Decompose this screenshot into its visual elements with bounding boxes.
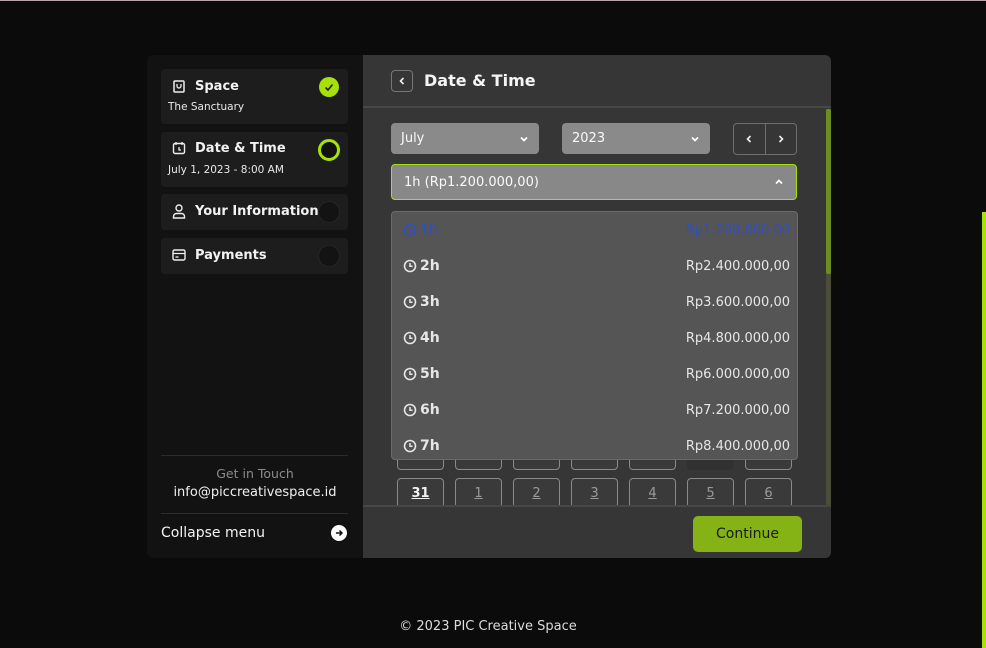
- sidebar-divider: [161, 513, 348, 514]
- contact-label: Get in Touch: [216, 466, 294, 481]
- duration-option-label: 6h: [420, 402, 440, 418]
- duration-option-label: 1h: [420, 222, 438, 238]
- check-icon: [324, 83, 334, 92]
- page-title: Date & Time: [424, 71, 536, 90]
- duration-option-label-group: 6h: [403, 402, 440, 418]
- continue-button[interactable]: Continue: [693, 516, 802, 552]
- duration-option-price: Rp3.600.000,00: [685, 294, 790, 310]
- duration-option[interactable]: 4h Rp4.800.000,00: [392, 320, 797, 356]
- duration-option[interactable]: 5h Rp6.000.000,00: [392, 356, 797, 392]
- step-title: Payments: [195, 247, 267, 263]
- sidebar: Space The Sanctuary Date & Time July 1, …: [147, 55, 363, 558]
- duration-option-price: Rp2.400.000,00: [685, 258, 790, 274]
- step-payments[interactable]: Payments: [161, 238, 348, 274]
- step-your-information[interactable]: Your Information: [161, 194, 348, 230]
- chevron-down-icon: [520, 136, 528, 142]
- duration-option-label-group: 2h: [403, 258, 440, 274]
- sidebar-divider: [161, 455, 348, 456]
- main-header: Date & Time: [363, 55, 831, 108]
- duration-option-label: 4h: [420, 330, 440, 346]
- duration-option-label: 5h: [420, 366, 440, 382]
- shopping-bag-icon: [171, 78, 187, 94]
- year-select-value: 2023: [572, 131, 606, 146]
- duration-option-label-group: 3h: [403, 294, 440, 310]
- duration-option[interactable]: 3h Rp3.600.000,00: [392, 284, 797, 320]
- duration-dropdown: 1h Rp1.200.000,00 2h Rp2.400.000,00 3h Rp3.60…: [391, 211, 798, 460]
- panel-scrollbar-thumb[interactable]: [826, 109, 831, 274]
- month-select[interactable]: July: [391, 123, 539, 154]
- duration-option-label-group: 5h: [403, 366, 440, 382]
- chevron-down-icon: [691, 136, 699, 142]
- contact-email[interactable]: info@piccreativespace.id: [147, 485, 363, 500]
- step-active-indicator: [318, 139, 340, 161]
- collapse-menu-button[interactable]: Collapse menu: [161, 525, 347, 541]
- duration-option-price: Rp6.000.000,00: [685, 366, 790, 382]
- next-month-button[interactable]: [766, 124, 797, 154]
- calendar-icon: [171, 140, 187, 156]
- chevron-left-icon: [746, 135, 752, 143]
- clock-icon: [403, 331, 417, 345]
- step-subtitle: July 1, 2023 - 8:00 AM: [168, 164, 284, 176]
- calendar-day[interactable]: 3: [571, 478, 618, 508]
- duration-select[interactable]: 1h (Rp1.200.000,00): [391, 164, 797, 200]
- main-panel: Date & Time 31 1 2 3 4 5 6 July 2023 1h …: [363, 55, 831, 558]
- collapse-menu-label: Collapse menu: [161, 525, 265, 541]
- duration-option-label: 3h: [420, 294, 440, 310]
- step-pending-indicator: [318, 201, 340, 223]
- calendar-day[interactable]: 2: [513, 478, 560, 508]
- calendar-day[interactable]: 5: [687, 478, 734, 508]
- duration-option[interactable]: 1h Rp1.200.000,00: [392, 212, 797, 248]
- step-subtitle: The Sanctuary: [168, 101, 245, 113]
- year-select[interactable]: 2023: [562, 123, 710, 154]
- back-button[interactable]: [391, 70, 413, 92]
- step-title: Space: [195, 78, 239, 94]
- duration-option-label: 7h: [420, 438, 440, 454]
- duration-option[interactable]: 2h Rp2.400.000,00: [392, 248, 797, 284]
- arrow-right-icon: [331, 525, 347, 541]
- month-navigation: [733, 123, 797, 155]
- chevron-up-icon: [775, 179, 783, 185]
- duration-option[interactable]: 7h Rp8.400.000,00: [392, 428, 797, 459]
- user-icon: [171, 203, 187, 219]
- calendar-day[interactable]: 1: [455, 478, 502, 508]
- step-complete-indicator: [319, 77, 339, 97]
- duration-option[interactable]: 6h Rp7.200.000,00: [392, 392, 797, 428]
- chevron-right-icon: [778, 135, 784, 143]
- step-title: Date & Time: [195, 140, 286, 156]
- duration-option-label: 2h: [420, 258, 440, 274]
- step-title: Your Information: [195, 203, 319, 219]
- clock-icon: [403, 295, 417, 309]
- duration-select-value: 1h (Rp1.200.000,00): [404, 174, 539, 190]
- previous-month-button[interactable]: [734, 124, 766, 154]
- booking-card: Space The Sanctuary Date & Time July 1, …: [147, 55, 831, 558]
- page-scrollbar[interactable]: [982, 212, 986, 648]
- clock-icon: [403, 403, 417, 417]
- duration-option-price: Rp7.200.000,00: [685, 402, 790, 418]
- clock-icon: [403, 367, 417, 381]
- duration-option-label-group: 7h: [403, 438, 440, 454]
- credit-card-icon: [171, 247, 187, 263]
- calendar-row: 31 1 2 3 4 5 6: [397, 478, 792, 508]
- clock-icon: [403, 223, 417, 237]
- step-date-time[interactable]: Date & Time July 1, 2023 - 8:00 AM: [161, 132, 348, 187]
- clock-icon: [403, 259, 417, 273]
- duration-option-label-group: 1h: [403, 222, 438, 238]
- duration-option-price: Rp1.200.000,00: [685, 222, 790, 238]
- duration-option-label-group: 4h: [403, 330, 440, 346]
- duration-option-price: Rp4.800.000,00: [685, 330, 790, 346]
- main-footer: Continue: [363, 505, 831, 558]
- calendar-day[interactable]: 6: [745, 478, 792, 508]
- copyright: © 2023 PIC Creative Space: [399, 619, 577, 634]
- top-border: [0, 0, 986, 1]
- step-pending-indicator: [318, 245, 340, 267]
- duration-option-price: Rp8.400.000,00: [685, 438, 790, 454]
- clock-icon: [403, 439, 417, 453]
- step-space[interactable]: Space The Sanctuary: [161, 69, 348, 124]
- month-select-value: July: [401, 131, 425, 146]
- calendar-day[interactable]: 31: [397, 478, 444, 508]
- chevron-left-icon: [399, 77, 405, 85]
- calendar-day[interactable]: 4: [629, 478, 676, 508]
